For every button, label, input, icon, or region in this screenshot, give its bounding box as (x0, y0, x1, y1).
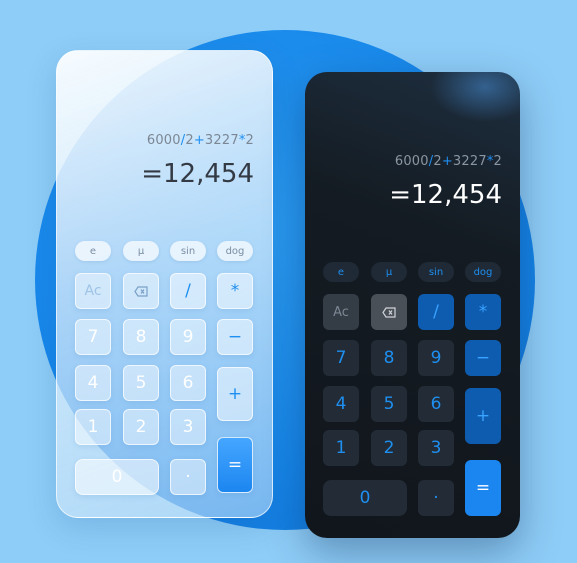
digit-9-button[interactable]: 9 (418, 340, 454, 376)
dark-calculator: 6000/2+3227*2 =12,454 e μ sin dog Ac / *… (305, 72, 520, 538)
expr-operand: 6000 (146, 133, 181, 148)
digit-0-button[interactable]: 0 (75, 459, 159, 495)
plus-button[interactable]: + (217, 367, 253, 421)
digit-2-button[interactable]: 2 (123, 409, 159, 445)
result-display: =12,454 (141, 159, 254, 189)
digit-7-button[interactable]: 7 (323, 340, 359, 376)
expression-display: 6000/2+3227*2 (395, 154, 502, 169)
sci-sin-button[interactable]: sin (418, 262, 454, 282)
digit-8-button[interactable]: 8 (371, 340, 407, 376)
digit-3-button[interactable]: 3 (418, 430, 454, 466)
decimal-button[interactable]: · (170, 459, 206, 495)
equals-button[interactable]: = (217, 437, 253, 493)
divide-button[interactable]: / (418, 294, 454, 330)
digit-5-button[interactable]: 5 (371, 386, 407, 422)
digit-4-button[interactable]: 4 (323, 386, 359, 422)
expr-operator: * (238, 133, 246, 148)
sci-sin-button[interactable]: sin (170, 241, 206, 261)
multiply-button[interactable]: * (465, 294, 501, 330)
backspace-icon (382, 306, 396, 318)
digit-8-button[interactable]: 8 (123, 319, 159, 355)
backspace-icon (134, 285, 148, 297)
expr-operator: + (441, 154, 453, 169)
decimal-button[interactable]: · (418, 480, 454, 516)
expr-operand: 3227 (452, 154, 487, 169)
expr-operand: 2 (185, 133, 194, 148)
backspace-button[interactable] (371, 294, 407, 330)
panel-glow (430, 72, 520, 122)
minus-button[interactable]: − (465, 340, 501, 376)
sci-dog-button[interactable]: dog (217, 241, 253, 261)
digit-5-button[interactable]: 5 (123, 365, 159, 401)
clear-button[interactable]: Ac (323, 294, 359, 330)
multiply-button[interactable]: * (217, 273, 253, 309)
expr-operand: 3227 (204, 133, 239, 148)
expr-operand: 6000 (394, 154, 429, 169)
sci-mu-button[interactable]: μ (123, 241, 159, 261)
expr-operand: 2 (433, 154, 442, 169)
sci-e-button[interactable]: e (323, 262, 359, 282)
sci-e-button[interactable]: e (75, 241, 111, 261)
expression-display: 6000/2+3227*2 (147, 133, 254, 148)
expr-operator: * (486, 154, 494, 169)
clear-button[interactable]: Ac (75, 273, 111, 309)
digit-9-button[interactable]: 9 (170, 319, 206, 355)
minus-button[interactable]: − (217, 319, 253, 355)
expr-operand: 2 (493, 154, 502, 169)
digit-6-button[interactable]: 6 (170, 365, 206, 401)
expr-operator: + (193, 133, 205, 148)
digit-3-button[interactable]: 3 (170, 409, 206, 445)
divide-button[interactable]: / (170, 273, 206, 309)
digit-7-button[interactable]: 7 (75, 319, 111, 355)
light-calculator: 6000/2+3227*2 =12,454 e μ sin dog Ac / *… (56, 50, 273, 518)
sci-dog-button[interactable]: dog (465, 262, 501, 282)
digit-1-button[interactable]: 1 (323, 430, 359, 466)
result-display: =12,454 (389, 180, 502, 210)
equals-button[interactable]: = (465, 460, 501, 516)
backspace-button[interactable] (123, 273, 159, 309)
digit-6-button[interactable]: 6 (418, 386, 454, 422)
digit-1-button[interactable]: 1 (75, 409, 111, 445)
digit-4-button[interactable]: 4 (75, 365, 111, 401)
digit-2-button[interactable]: 2 (371, 430, 407, 466)
sci-mu-button[interactable]: μ (371, 262, 407, 282)
expr-operand: 2 (245, 133, 254, 148)
digit-0-button[interactable]: 0 (323, 480, 407, 516)
plus-button[interactable]: + (465, 388, 501, 444)
